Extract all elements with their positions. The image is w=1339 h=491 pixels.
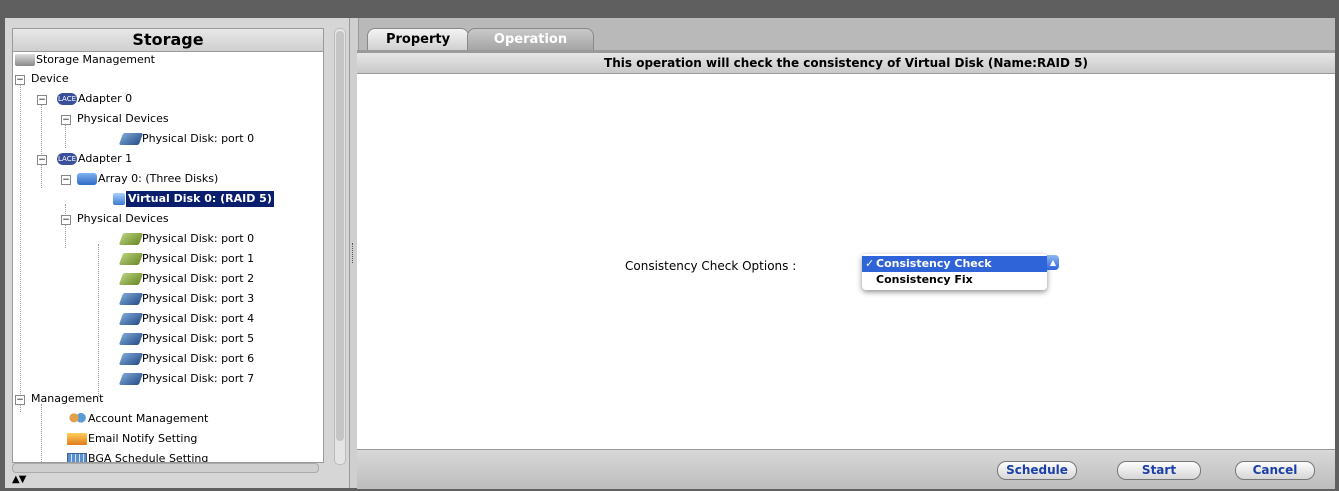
scroll-thumb[interactable] — [336, 31, 344, 441]
tree-node-physical-disk[interactable]: Physical Disk: port 3 — [118, 291, 255, 307]
physical-disk-icon — [118, 273, 144, 285]
option-label: Consistency Check — [876, 257, 992, 270]
tree-label: Physical Disk: port 2 — [142, 272, 255, 285]
operation-content: Consistency Check Options : ✓ Consistenc… — [357, 74, 1335, 449]
storage-tree: Storage Management − Device − LACE Adapt… — [12, 51, 324, 463]
physical-disk-icon — [118, 133, 144, 145]
tree-label: Physical Disk: port 7 — [142, 372, 255, 385]
cancel-button[interactable]: Cancel — [1235, 461, 1315, 480]
operation-header: This operation will check the consistenc… — [357, 53, 1335, 74]
physical-disk-icon — [118, 333, 144, 345]
collapse-array-toggle[interactable]: − — [61, 175, 71, 185]
tree-label: Storage Management — [36, 53, 155, 66]
physical-disk-icon — [118, 233, 144, 245]
tree-label: Physical Devices — [77, 112, 169, 125]
operation-panel: Property Operation This operation will c… — [357, 18, 1335, 489]
tree-label: Physical Disk: port 1 — [142, 252, 255, 265]
collapse-device-toggle[interactable]: − — [15, 75, 25, 85]
tree-label-selected: Virtual Disk 0: (RAID 5) — [126, 191, 274, 207]
tree-node-adapter-1[interactable]: LACE Adapter 1 — [57, 151, 132, 167]
dropdown-arrow-icon[interactable]: ▲ — [1047, 255, 1059, 270]
tree-label: Physical Disk: port 6 — [142, 352, 255, 365]
start-button[interactable]: Start — [1117, 461, 1201, 480]
tree-label: Email Notify Setting — [88, 432, 198, 445]
checkmark-icon: ✓ — [865, 257, 875, 270]
tree-node-storage-management[interactable]: Storage Management — [15, 52, 155, 68]
collapse-adapter1-toggle[interactable]: − — [37, 155, 47, 165]
tree-horizontal-scrollbar[interactable] — [12, 463, 319, 473]
physical-disk-icon — [118, 313, 144, 325]
tree-node-physical-disk[interactable]: Physical Disk: port 7 — [118, 371, 255, 387]
collapse-physical-devices-toggle[interactable]: − — [61, 215, 71, 225]
collapse-management-toggle[interactable]: − — [15, 395, 25, 405]
option-label: Consistency Fix — [876, 273, 973, 286]
action-bar: Schedule Start Cancel — [357, 449, 1335, 489]
tree-label: Adapter 1 — [78, 152, 133, 165]
option-consistency-fix[interactable]: Consistency Fix — [862, 272, 1047, 288]
tree-label: Physical Disk: port 4 — [142, 312, 255, 325]
tree-label: Management — [31, 392, 104, 405]
tree-node-physical-disk[interactable]: Physical Disk: port 1 — [118, 251, 255, 267]
tree-label: BGA Schedule Setting — [88, 452, 209, 463]
storage-panel: Storage Storage Management − Device − LA… — [5, 18, 349, 488]
calendar-icon — [67, 453, 87, 462]
mail-icon — [67, 433, 87, 445]
tree-node-virtual-disk-0[interactable]: Virtual Disk 0: (RAID 5) — [113, 191, 274, 207]
tree-label: Physical Disk: port 5 — [142, 332, 255, 345]
tree-node-bga-schedule[interactable]: BGA Schedule Setting — [67, 451, 209, 463]
tree-label: Physical Disk: port 0 — [142, 232, 255, 245]
tree-node-physical-devices[interactable]: Physical Devices — [77, 211, 169, 227]
tab-operation[interactable]: Operation — [467, 28, 594, 51]
panel-title: Storage — [12, 28, 324, 51]
adapter-icon: LACE — [57, 93, 77, 105]
panel-resize-arrows-icon[interactable]: ▲▼ — [12, 474, 26, 485]
consistency-options-dropdown[interactable]: ✓ Consistency Check Consistency Fix — [862, 254, 1047, 290]
physical-disk-icon — [118, 353, 144, 365]
storage-management-icon — [15, 54, 35, 66]
collapse-adapter0-toggle[interactable]: − — [37, 95, 47, 105]
tree-label: Account Management — [88, 412, 209, 425]
tree-node-physical-disk[interactable]: Physical Disk: port 0 — [118, 231, 255, 247]
tree-label: Adapter 0 — [78, 92, 133, 105]
physical-disk-icon — [118, 253, 144, 265]
adapter-icon: LACE — [57, 153, 77, 165]
tree-label: Physical Disk: port 3 — [142, 292, 255, 305]
consistency-options-label: Consistency Check Options : — [625, 259, 797, 273]
tree-label: Physical Disk: port 0 — [142, 132, 255, 145]
splitter-grip-icon — [352, 243, 355, 263]
physical-disk-icon — [118, 293, 144, 305]
tree-vertical-scrollbar[interactable] — [334, 28, 346, 465]
tree-node-email-notify[interactable]: Email Notify Setting — [67, 431, 197, 447]
collapse-physical-devices-toggle[interactable]: − — [61, 115, 71, 125]
tree-node-adapter-0[interactable]: LACE Adapter 0 — [57, 91, 132, 107]
schedule-button[interactable]: Schedule — [997, 461, 1077, 480]
tree-node-physical-disk[interactable]: Physical Disk: port 2 — [118, 271, 255, 287]
tree-label: Device — [31, 72, 69, 85]
tree-node-physical-disk[interactable]: Physical Disk: port 5 — [118, 331, 255, 347]
array-icon — [77, 173, 97, 185]
tree-node-account-management[interactable]: Account Management — [67, 411, 208, 427]
tree-node-device[interactable]: Device — [31, 71, 69, 87]
tree-node-physical-disk[interactable]: Physical Disk: port 6 — [118, 351, 255, 367]
option-consistency-check[interactable]: ✓ Consistency Check — [862, 256, 1047, 272]
tree-node-physical-devices[interactable]: Physical Devices — [77, 111, 169, 127]
physical-disk-icon — [118, 373, 144, 385]
tree-node-physical-disk[interactable]: Physical Disk: port 4 — [118, 311, 255, 327]
tree-label: Physical Devices — [77, 212, 169, 225]
tree-node-array-0[interactable]: Array 0: (Three Disks) — [77, 171, 218, 187]
account-icon — [67, 413, 87, 425]
tree-label: Array 0: (Three Disks) — [98, 172, 219, 185]
tab-property[interactable]: Property — [367, 28, 469, 51]
virtual-disk-icon — [113, 193, 125, 205]
tree-node-physical-disk[interactable]: Physical Disk: port 0 — [118, 131, 255, 147]
tree-node-management[interactable]: Management — [31, 391, 103, 407]
app-window: Storage Storage Management − Device − LA… — [5, 18, 1335, 489]
